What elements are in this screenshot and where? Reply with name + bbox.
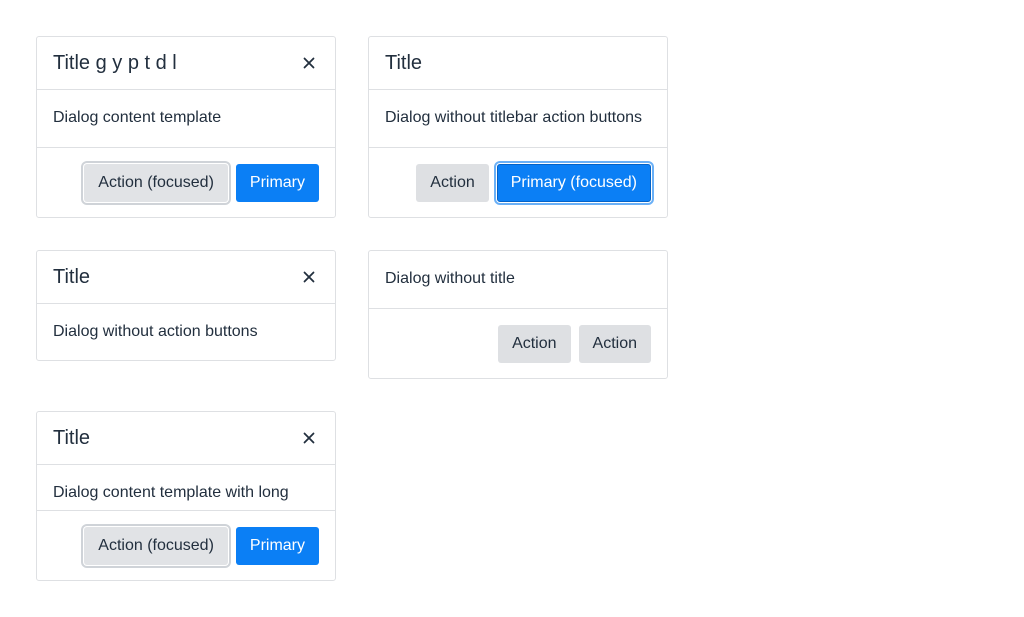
close-icon bbox=[303, 271, 315, 283]
dialog-content: Dialog without titlebar action buttons bbox=[385, 109, 643, 126]
close-button[interactable] bbox=[297, 51, 321, 75]
primary-button[interactable]: Primary bbox=[235, 526, 319, 565]
dialog-title: Title bbox=[385, 52, 423, 74]
dialog-body: Dialog without titlebar action buttons bbox=[369, 90, 667, 147]
dialog-body-scroll[interactable]: Dialog content template with long bbox=[37, 465, 335, 510]
close-button[interactable] bbox=[297, 265, 321, 289]
dialog-title: Title bbox=[53, 427, 91, 449]
dialog-body: Dialog content template bbox=[37, 90, 335, 147]
action-button[interactable]: Action (focused) bbox=[84, 163, 228, 202]
dialog-header: Title g y p t d l bbox=[37, 37, 335, 90]
dialog-long-content: Title Dialog content template with long … bbox=[36, 411, 336, 581]
dialog-content: Dialog content template with long bbox=[53, 484, 289, 501]
dialog-title: Title g y p t d l bbox=[53, 52, 177, 74]
close-icon bbox=[303, 432, 315, 444]
dialog-footer: Action (focused) Primary bbox=[37, 510, 335, 580]
dialog-header: Title bbox=[37, 251, 335, 304]
action-button[interactable]: Action bbox=[578, 324, 651, 363]
primary-button[interactable]: Primary (focused) bbox=[496, 163, 651, 202]
primary-button[interactable]: Primary bbox=[235, 163, 319, 202]
dialog-footer: Action (focused) Primary bbox=[37, 147, 335, 217]
dialog-content: Dialog without action buttons bbox=[53, 323, 258, 340]
action-button[interactable]: Action bbox=[498, 324, 571, 363]
dialog-body: Dialog without action buttons bbox=[37, 304, 335, 360]
dialog-body: Dialog without title bbox=[369, 251, 667, 308]
close-button[interactable] bbox=[297, 426, 321, 450]
dialog-content-template: Title g y p t d l Dialog content templat… bbox=[36, 36, 336, 218]
action-button[interactable]: Action (focused) bbox=[84, 526, 228, 565]
dialog-header: Title bbox=[37, 412, 335, 465]
dialog-footer: Action Primary (focused) bbox=[369, 147, 667, 217]
dialog-without-titlebar-actions: Title Dialog without titlebar action but… bbox=[368, 36, 668, 218]
close-icon bbox=[303, 57, 315, 69]
dialog-content: Dialog without title bbox=[385, 270, 515, 287]
dialog-content: Dialog content template bbox=[53, 109, 222, 126]
dialog-without-action-buttons: Title Dialog without action buttons bbox=[36, 250, 336, 361]
dialog-without-title: Dialog without title Action Action bbox=[368, 250, 668, 379]
dialog-title: Title bbox=[53, 266, 91, 288]
action-button[interactable]: Action bbox=[416, 163, 489, 202]
dialog-footer: Action Action bbox=[369, 308, 667, 378]
dialog-header: Title bbox=[369, 37, 667, 90]
